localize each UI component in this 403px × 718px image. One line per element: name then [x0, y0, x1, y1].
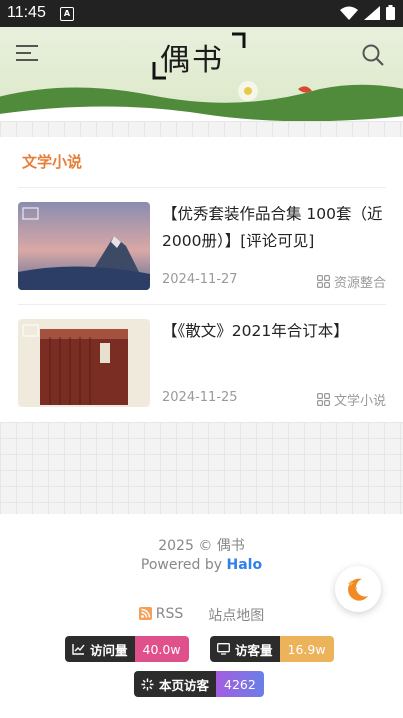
visits-badge: 访问量 40.0w — [65, 636, 189, 662]
visitors-label: 访客量 — [235, 642, 273, 658]
category-grid-icon — [316, 393, 330, 406]
grid-background-top — [0, 121, 403, 137]
category-grid-icon — [316, 275, 330, 288]
post-category-label: 文学小说 — [333, 394, 386, 409]
page-visitors-badge: 本页访客 4262 — [134, 671, 264, 697]
visitors-value: 16.9w — [279, 636, 334, 662]
book-set-image — [18, 319, 150, 407]
post-category-label: 资源整合 — [333, 276, 386, 291]
sitemap-link[interactable]: 站点地图 — [208, 608, 264, 624]
visits-value: 40.0w — [134, 636, 189, 662]
post-date: 2024-11-27 — [162, 272, 238, 287]
visitors-badge: 访客量 16.9w — [210, 636, 334, 662]
status-time: 11:45 — [7, 4, 46, 21]
wifi-icon — [340, 6, 358, 20]
theme-toggle-button[interactable] — [335, 566, 381, 612]
menu-icon[interactable] — [16, 43, 38, 63]
site-logo-text[interactable]: 偶书 — [160, 35, 224, 79]
halo-link[interactable]: Halo — [227, 557, 263, 573]
visitors-badge-key: 访客量 — [210, 636, 280, 662]
site-header: 偶书 — [0, 27, 403, 121]
divider — [18, 187, 386, 188]
status-icons — [340, 5, 395, 20]
chart-line-icon — [72, 644, 85, 655]
post-thumbnail[interactable] — [18, 319, 150, 407]
section-title[interactable]: 文学小说 — [22, 151, 82, 172]
status-bar: 11:45 A — [0, 0, 403, 27]
sim-card-icon: A — [60, 7, 74, 21]
powered-by-prefix: Powered by — [140, 557, 223, 573]
post-title[interactable]: 【《散文》2021年合订本】 — [162, 318, 388, 345]
post-title[interactable]: 【优秀套装作品合集 100套（近2000册）】[评论可见] — [162, 201, 388, 255]
page-visitors-label: 本页访客 — [159, 677, 210, 693]
rss-link[interactable]: RSS — [138, 605, 184, 622]
signal-icon — [364, 5, 380, 20]
rss-icon — [138, 607, 152, 620]
monitor-icon — [217, 643, 230, 655]
divider — [18, 304, 386, 305]
mountain-image — [18, 202, 150, 290]
search-icon[interactable] — [361, 43, 385, 67]
post-thumbnail[interactable] — [18, 202, 150, 290]
rss-label: RSS — [155, 605, 184, 622]
site-footer: 2025 © 偶书 Powered by Halo RSS 站点地图 访问量 4… — [0, 514, 403, 718]
copyright-text: 2025 © 偶书 — [158, 538, 245, 554]
bottom-edge — [0, 714, 403, 718]
moon-icon — [347, 578, 368, 601]
post-list-card: 文学小说 【优秀套装作品合集 100套（近2000册）】[评论可见] 2024-… — [0, 137, 403, 422]
page-visitors-badge-key: 本页访客 — [134, 671, 217, 697]
visits-label: 访问量 — [90, 642, 128, 658]
post-date: 2024-11-25 — [162, 390, 238, 405]
page-visitors-value: 4262 — [216, 671, 264, 697]
header-landscape-illustration — [0, 81, 403, 121]
sparkle-icon — [141, 678, 154, 690]
grid-background — [0, 422, 403, 514]
post-category[interactable]: 文学小说 — [316, 390, 386, 409]
battery-icon — [386, 5, 395, 20]
post-category[interactable]: 资源整合 — [316, 272, 386, 291]
visits-badge-key: 访问量 — [65, 636, 135, 662]
